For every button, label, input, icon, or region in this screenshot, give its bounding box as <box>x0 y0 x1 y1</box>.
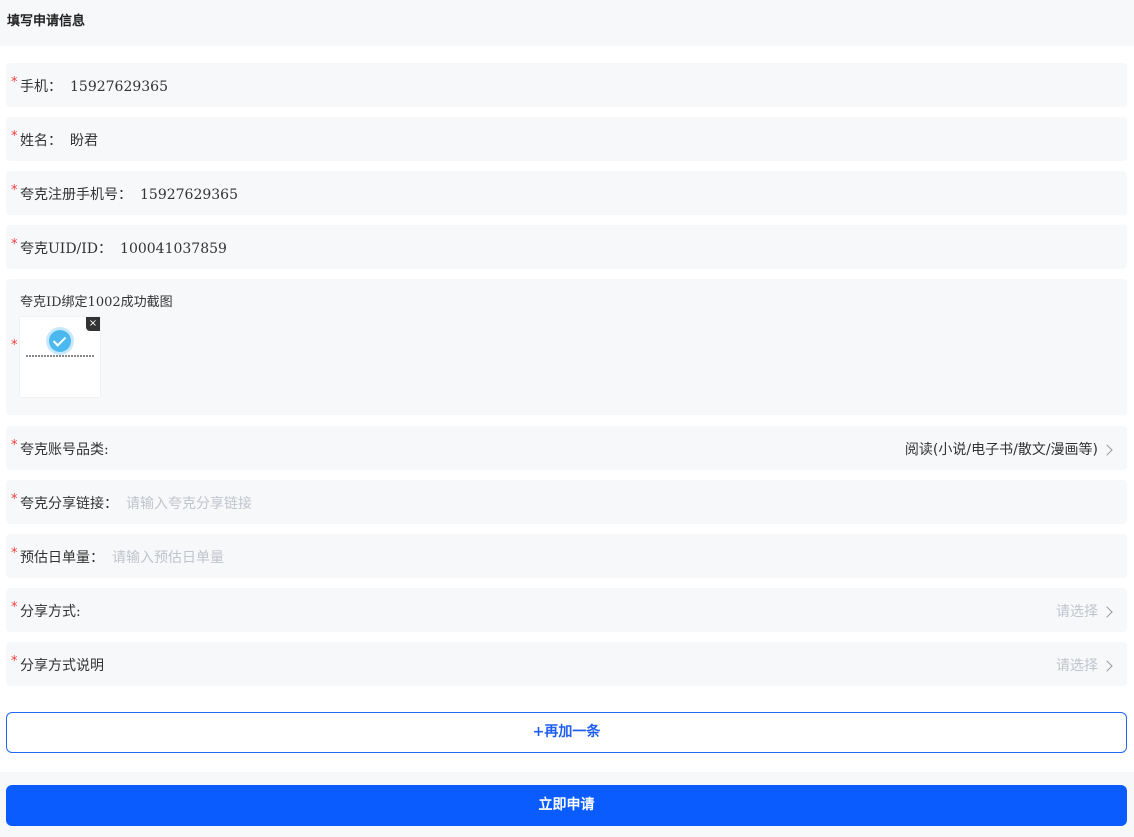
share-link-label: 夸克分享链接： <box>20 496 118 512</box>
required-mark: * <box>11 338 18 353</box>
daily-orders-label: 预估日单量： <box>20 550 104 566</box>
quark-phone-row: * 夸克注册手机号： 15927629365 <box>6 171 1127 215</box>
required-mark: * <box>11 546 18 561</box>
required-mark: * <box>11 654 18 669</box>
required-mark: * <box>11 129 18 144</box>
share-link-input[interactable]: 请输入夸克分享链接 <box>126 496 252 512</box>
name-row: * 姓名： 盼君 <box>6 117 1127 161</box>
category-select[interactable]: 阅读(小说/电子书/散文/漫画等) <box>904 439 1113 459</box>
name-value[interactable]: 盼君 <box>70 133 98 149</box>
quark-phone-label: 夸克注册手机号： <box>20 187 132 203</box>
share-method-desc-row[interactable]: * 分享方式说明 请选择 <box>6 642 1127 686</box>
share-method-select[interactable]: 请选择 <box>1056 601 1113 621</box>
required-mark: * <box>11 600 18 615</box>
quark-uid-label: 夸克UID/ID： <box>20 241 113 257</box>
screenshot-text-lines <box>26 355 94 357</box>
category-label: 夸克账号品类: <box>20 442 109 458</box>
required-mark: * <box>11 438 18 453</box>
category-row[interactable]: * 夸克账号品类: 阅读(小说/电子书/散文/漫画等) <box>6 426 1127 470</box>
required-mark: * <box>11 183 18 198</box>
share-method-desc-label: 分享方式说明 <box>20 658 104 674</box>
daily-orders-row: * 预估日单量： 请输入预估日单量 <box>6 534 1127 578</box>
screenshot-label: 夸克ID绑定1002成功截图 <box>20 295 173 310</box>
quark-uid-row: * 夸克UID/ID： 100041037859 <box>6 225 1127 269</box>
page-title: 填写申请信息 <box>7 14 86 29</box>
submit-button[interactable]: 立即申请 <box>6 785 1127 826</box>
chevron-right-icon <box>1101 605 1113 618</box>
screenshot-upload-row: 夸克ID绑定1002成功截图 * × <box>6 279 1127 415</box>
required-mark: * <box>11 492 18 507</box>
page-header: 填写申请信息 <box>0 0 1134 46</box>
quark-phone-value[interactable]: 15927629365 <box>140 187 238 203</box>
close-icon[interactable]: × <box>86 317 100 331</box>
phone-label: 手机： <box>20 79 62 95</box>
name-label: 姓名： <box>20 133 62 149</box>
share-method-row[interactable]: * 分享方式: 请选择 <box>6 588 1127 632</box>
add-another-button[interactable]: +再加一条 <box>6 712 1127 753</box>
daily-orders-input[interactable]: 请输入预估日单量 <box>112 550 224 566</box>
phone-value[interactable]: 15927629365 <box>70 79 168 95</box>
uploaded-screenshot-thumbnail[interactable]: × <box>20 317 100 397</box>
required-mark: * <box>11 75 18 90</box>
check-circle-icon <box>49 330 71 352</box>
required-mark: * <box>11 237 18 252</box>
chevron-right-icon <box>1101 659 1113 672</box>
share-method-desc-placeholder: 请选择 <box>1056 658 1098 674</box>
phone-row: * 手机： 15927629365 <box>6 63 1127 107</box>
category-value: 阅读(小说/电子书/散文/漫画等) <box>904 442 1098 458</box>
share-link-row: * 夸克分享链接： 请输入夸克分享链接 <box>6 480 1127 524</box>
share-method-placeholder: 请选择 <box>1056 604 1098 620</box>
share-method-desc-select[interactable]: 请选择 <box>1056 655 1113 675</box>
quark-uid-value[interactable]: 100041037859 <box>120 241 227 257</box>
share-method-label: 分享方式: <box>20 604 81 620</box>
chevron-right-icon <box>1101 443 1113 456</box>
